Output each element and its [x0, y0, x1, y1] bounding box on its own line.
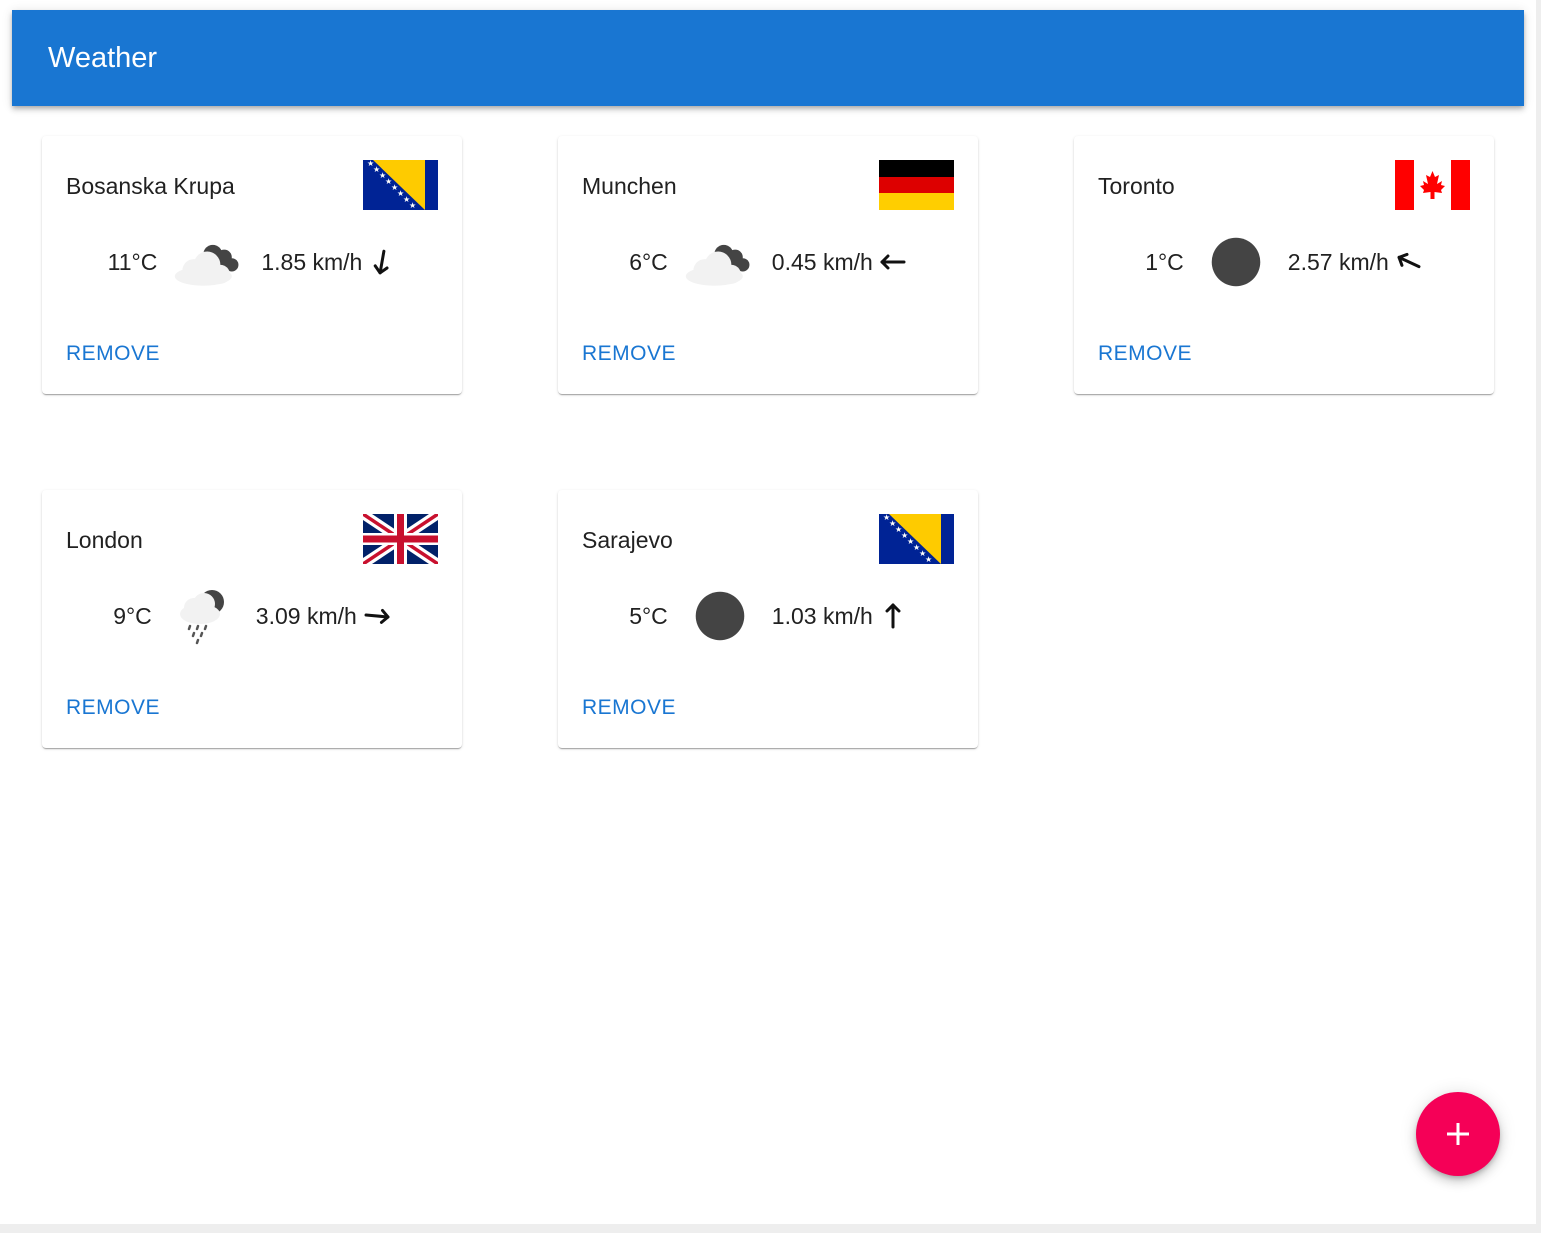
wind-direction-arrow-icon — [879, 248, 907, 276]
wind-speed: 2.57 km/h — [1287, 248, 1389, 275]
temperature: 11°C — [107, 248, 158, 275]
bosnia-herzegovina-flag-icon: ★ ★ ★ ★ ★ ★ ★ ★ — [363, 160, 438, 210]
city-name: London — [66, 527, 143, 553]
remove-button[interactable]: REMOVE — [582, 696, 676, 720]
wind-speed: 1.03 km/h — [771, 602, 873, 629]
wind-direction-arrow-icon — [363, 602, 391, 630]
wind-speed: 1.85 km/h — [261, 248, 363, 275]
weather-row: 11°C 1.85 km/h — [42, 232, 462, 292]
svg-text:★: ★ — [925, 555, 932, 564]
united-kingdom-flag-icon — [363, 514, 438, 564]
weather-card: Munchen 6°C 0.45 km/h REMOVE — [558, 136, 978, 394]
germany-flag-icon — [879, 160, 954, 210]
temperature: 9°C — [113, 602, 152, 629]
plus-icon — [1447, 1123, 1469, 1145]
weather-card: Bosanska Krupa ★ ★ ★ ★ ★ ★ ★ ★ 11°C 1.85 km/h… — [42, 136, 462, 394]
weather-row: 1°C 2.57 km/h — [1074, 232, 1494, 292]
remove-button[interactable]: REMOVE — [582, 342, 676, 366]
city-name: Bosanska Krupa — [66, 173, 235, 199]
wind-direction-arrow-icon — [368, 248, 396, 276]
temperature: 1°C — [1145, 248, 1184, 275]
city-name: Munchen — [582, 173, 677, 199]
wind-speed: 0.45 km/h — [771, 248, 873, 275]
rain-icon — [166, 586, 242, 646]
add-city-button[interactable] — [1416, 1092, 1500, 1176]
city-name: Toronto — [1098, 173, 1175, 199]
weather-row: 5°C 1.03 km/h — [558, 586, 978, 646]
weather-row: 9°C 3.09 km/h — [42, 586, 462, 646]
remove-button[interactable]: REMOVE — [66, 696, 160, 720]
weather-card: Sarajevo ★ ★ ★ ★ ★ ★ ★ ★ 5°C 1.03 km/h REMOVE — [558, 490, 978, 748]
cloudy-icon — [171, 232, 247, 292]
weather-card: London 9°C 3.09 km/h REMOVE — [42, 490, 462, 748]
weather-card: Toronto 1°C 2.57 km/h REMOVE — [1074, 136, 1494, 394]
remove-button[interactable]: REMOVE — [66, 342, 160, 366]
temperature: 6°C — [629, 248, 668, 275]
clear-night-icon — [682, 586, 758, 646]
remove-button[interactable]: REMOVE — [1098, 342, 1192, 366]
app-bar: Weather — [12, 10, 1524, 106]
clear-night-icon — [1198, 232, 1274, 292]
weather-row: 6°C 0.45 km/h — [558, 232, 978, 292]
wind-direction-arrow-icon — [879, 602, 907, 630]
page: Weather Bosanska Krupa ★ ★ ★ ★ ★ ★ ★ ★ 11°C 1… — [0, 0, 1536, 1224]
cloudy-icon — [682, 232, 758, 292]
temperature: 5°C — [629, 602, 668, 629]
app-title: Weather — [48, 42, 158, 74]
wind-direction-arrow-icon — [1395, 248, 1423, 276]
wind-speed: 3.09 km/h — [255, 602, 357, 629]
city-name: Sarajevo — [582, 527, 673, 553]
canada-flag-icon — [1395, 160, 1470, 210]
bosnia-herzegovina-flag-icon: ★ ★ ★ ★ ★ ★ ★ ★ — [879, 514, 954, 564]
svg-text:★: ★ — [409, 201, 416, 210]
